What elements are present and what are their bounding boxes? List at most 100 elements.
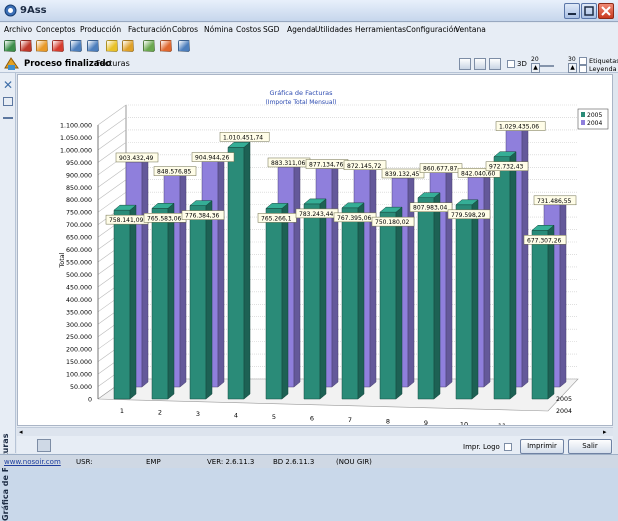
angle-slider[interactable] [540,65,554,67]
menu-item-herramientas[interactable]: Herramientas [355,25,406,34]
grid-diagonal-22 [97,104,127,126]
data-label: 839.132,45 [385,171,420,178]
y-tick-label: 1.000.000 [60,147,92,154]
data-label: 1.029.435,06 [499,124,539,131]
data-label: 677.307,26 [527,237,562,244]
menu-item-sgd[interactable]: SGD [263,25,279,34]
menu-item-costos[interactable]: Costos [236,25,261,34]
y-tick-label: 250.000 [66,334,92,341]
status-mode: (NOU GIR) [336,458,372,466]
y-tick-label: 300.000 [66,322,92,329]
report-icon[interactable] [160,40,172,52]
y-tick-label: 550.000 [66,260,92,267]
close-icon [601,6,611,16]
y-tick-label: 100.000 [66,372,92,379]
scroll-right-icon[interactable]: ▸ [603,428,607,436]
bar-2005-3 [189,200,213,400]
grid-diagonal-20 [97,129,127,151]
grid-diagonal-16 [97,179,127,200]
x-tick-label: 5 [272,413,276,421]
panel-icon[interactable] [3,97,13,106]
customer-icon[interactable] [4,40,16,52]
angle-spinner[interactable]: ▲ [568,63,577,73]
data-label: 877.134,76 [309,162,344,169]
labels-checkbox[interactable] [579,57,587,65]
bar-2005-6 [303,198,327,400]
angle-value: 30 [568,56,576,63]
calculator-icon[interactable] [70,40,82,52]
horizontal-scrollbar[interactable]: ◂ ▸ [17,427,613,436]
chart-icon[interactable] [87,40,99,52]
status-website-link[interactable]: www.nosoir.com [4,458,61,466]
x-tick-label: 2 [158,409,162,417]
data-label: 842.040,60 [461,170,496,177]
bar-2005-9 [417,192,441,400]
x-tick-label: 3 [196,410,200,418]
zoom-button[interactable] [474,58,486,70]
data-label: 872.145,72 [347,163,382,170]
y-tick-label: 700.000 [66,222,92,229]
bar-2005-1 [113,204,137,400]
window-title: 9Ass [20,5,47,16]
minimize-button[interactable] [564,3,580,19]
data-label: 731.486,55 [537,198,572,205]
close-button[interactable] [598,3,614,19]
print-logo-checkbox[interactable] [504,443,512,451]
legend-checkbox[interactable] [579,65,587,73]
y-tick-label: 950.000 [66,160,92,167]
menu-item-agenda[interactable]: Agenda [287,25,316,34]
menu-item-nomina[interactable]: Nómina [204,25,233,34]
invoice-icon[interactable] [52,40,64,52]
book-icon[interactable] [20,40,32,52]
data-label: 860.677,87 [423,166,458,173]
chart-legend: 20052004 [577,108,609,130]
close-panel-icon[interactable]: ✕ [3,78,13,92]
labels-option: Etiquetas [589,57,618,65]
collapse-icon[interactable] [3,117,13,119]
window-icon[interactable] [178,40,190,52]
x-tick-label: 1 [120,407,124,415]
x-tick-label: 7 [348,416,352,424]
data-label: 779.598,29 [451,212,486,219]
scroll-left-icon[interactable]: ◂ [19,428,23,436]
maximize-button[interactable] [581,3,597,19]
exit-button[interactable]: Salir [568,439,612,454]
print-button[interactable]: Imprimir [520,439,564,454]
menu-item-configuracion[interactable]: Configuración [406,25,458,34]
status-version: VER: 2.6.11.3 [207,458,255,466]
card-icon[interactable] [106,40,118,52]
title-bar: 9Ass [0,0,618,22]
menu-item-facturacion[interactable]: Facturación [128,25,171,34]
menu-item-ventana[interactable]: Ventana [455,25,486,34]
refresh-button[interactable] [459,58,471,70]
y-tick-label: 0 [88,397,92,404]
3d-label: 3D [517,60,527,68]
bar-2005-12 [531,224,555,400]
menu-item-conceptos[interactable]: Conceptos [36,25,76,34]
x-tick-label: 10 [460,421,468,426]
3d-checkbox[interactable] [507,60,515,68]
bar-2005-5 [265,202,289,400]
menu-item-cobros[interactable]: Cobros [172,25,198,34]
tab-facturas[interactable]: Facturas [96,59,130,68]
copy-button[interactable] [489,58,501,70]
y-tick-label: 900.000 [66,172,92,179]
legend-item-2005: 2005 [587,112,602,119]
data-label: 903.432,49 [119,155,154,162]
menu-item-utilidades[interactable]: Utilidades [315,25,352,34]
y-tick-label: 150.000 [66,359,92,366]
folder-icon[interactable] [36,40,48,52]
nav-icon[interactable] [37,439,51,452]
process-icon [4,57,19,70]
chart-title: Gráfica de Facturas [269,89,333,97]
grid-icon[interactable] [122,40,134,52]
legend-item-2004: 2004 [587,120,602,127]
depth-value: 20 [531,56,539,63]
data-label: 750.180,02 [375,219,410,226]
menu-item-archivo[interactable]: Archivo [4,25,32,34]
depth-spinner[interactable]: ▲ [531,63,540,73]
menu-item-produccion[interactable]: Producción [80,25,121,34]
money-icon[interactable] [143,40,155,52]
status-user: USR: [76,458,93,466]
bar-2005-8 [379,206,403,400]
